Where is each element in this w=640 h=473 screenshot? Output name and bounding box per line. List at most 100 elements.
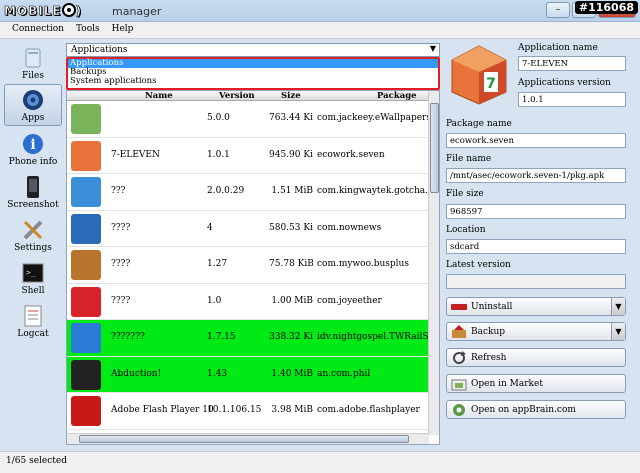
sidebar-item-label: Logcat bbox=[17, 329, 49, 339]
col-package-header[interactable]: Package bbox=[377, 91, 417, 101]
app-version-field[interactable]: 1.0.1 bbox=[518, 92, 626, 107]
app-package-cell: com.adobe.flashplayer bbox=[317, 405, 420, 415]
phone-icon bbox=[22, 176, 44, 198]
sidebar-item-phone-info[interactable]: i Phone info bbox=[4, 127, 62, 169]
table-row[interactable]: Abduction! 1.43 1.40 MiB an.com.phil bbox=[67, 356, 429, 393]
open-in-market-button[interactable]: Open in Market bbox=[446, 374, 626, 393]
backup-button[interactable]: Backup ▼ bbox=[446, 322, 626, 341]
chevron-down-icon[interactable]: ▼ bbox=[611, 323, 625, 340]
app-preview-icon: 7 bbox=[446, 42, 512, 108]
table-row[interactable]: Adobe Flash Player 10.1 10.1.106.15 3.98 M… bbox=[67, 393, 429, 430]
table-header: Name Version Size Package bbox=[67, 91, 429, 101]
app-name-cell: ???? bbox=[111, 259, 131, 269]
chevron-down-icon[interactable]: ▼ bbox=[430, 44, 436, 53]
terminal-icon: >_ bbox=[22, 262, 44, 284]
apps-gear-icon bbox=[22, 89, 44, 111]
apps-table: Name Version Size Package 5.0.0 763.44 Ki… bbox=[66, 90, 440, 445]
app-version-cell: 4 bbox=[207, 222, 213, 233]
vertical-scrollbar[interactable] bbox=[428, 91, 439, 435]
title-bar: MOBILE) manager – □ ✕ #116068 bbox=[0, 0, 640, 22]
app-version-cell: 1.43 bbox=[207, 368, 228, 379]
uninstall-button[interactable]: Uninstall ▼ bbox=[446, 297, 626, 316]
app-filter-select[interactable]: Applications ▼ bbox=[66, 43, 440, 57]
app-name-cell: ???? bbox=[111, 295, 131, 306]
uninstall-label: Uninstall bbox=[471, 301, 513, 312]
open-appbrain-button[interactable]: Open on appBrain.com bbox=[446, 400, 626, 419]
latest-version-field[interactable] bbox=[446, 274, 626, 289]
table-body: 5.0.0 763.44 KiB com.jackeey.eWallpapers.R… bbox=[67, 101, 429, 444]
status-bar: 1/65 selected bbox=[0, 451, 640, 473]
app-icon bbox=[71, 396, 101, 426]
table-row[interactable]: ??????? 1.7.15 338.32 KiB idv.nightgospel.T… bbox=[67, 320, 429, 357]
table-row[interactable]: 7-ELEVEN 1.0.1 945.90 KiB ecowork.seven bbox=[67, 138, 429, 174]
appbrain-icon bbox=[451, 403, 467, 417]
sidebar-item-label: Apps bbox=[21, 113, 45, 123]
location-label: Location bbox=[446, 225, 486, 235]
col-version-header[interactable]: Version bbox=[219, 91, 255, 101]
table-row[interactable]: ???? 1.27 75.78 KiB com.mywoo.busplus bbox=[67, 247, 429, 284]
table-row[interactable]: ???? 1.0 1.00 MiB com.joyeether bbox=[67, 284, 429, 320]
sidebar-item-files[interactable]: Files bbox=[4, 41, 62, 83]
svg-text:i: i bbox=[30, 137, 35, 153]
sidebar-item-settings[interactable]: Settings bbox=[4, 213, 62, 255]
location-field[interactable]: sdcard bbox=[446, 239, 626, 254]
sidebar-item-label: Files bbox=[22, 71, 44, 81]
menu-help[interactable]: Help bbox=[106, 22, 140, 38]
app-version-cell: 1.27 bbox=[207, 259, 228, 269]
col-size-header[interactable]: Size bbox=[281, 91, 301, 101]
chevron-down-icon[interactable]: ▼ bbox=[611, 298, 625, 315]
app-package-cell: com.jackeey.eWallpapers.Ral bbox=[317, 113, 429, 123]
app-size-cell: 1.40 MiB bbox=[271, 368, 313, 379]
filter-option-applications[interactable]: Applications bbox=[68, 59, 438, 68]
sidebar-item-label: Settings bbox=[14, 243, 52, 253]
svg-text:>_: >_ bbox=[26, 268, 36, 277]
app-icon bbox=[71, 359, 101, 390]
app-version-cell: 1.7.15 bbox=[207, 332, 236, 342]
app-size-cell: 1.51 MiB bbox=[271, 186, 313, 196]
menu-connection[interactable]: Connection bbox=[6, 22, 70, 38]
app-name-cell: Adobe Flash Player 10.1 bbox=[111, 405, 215, 415]
app-icon bbox=[71, 177, 101, 207]
app-name-field[interactable]: 7-ELEVEN bbox=[518, 56, 626, 71]
sidebar-item-screenshot[interactable]: Screenshot bbox=[4, 170, 62, 212]
table-row[interactable]: ???? 4 580.53 KiB com.nownews bbox=[67, 211, 429, 247]
sidebar-item-shell[interactable]: >_ Shell bbox=[4, 256, 62, 298]
app-size-cell: 338.32 KiB bbox=[269, 332, 313, 342]
filter-option-system-applications[interactable]: System applications bbox=[68, 77, 438, 86]
table-row[interactable]: 5.0.0 763.44 KiB com.jackeey.eWallpapers.R… bbox=[67, 101, 429, 138]
app-name-cell: ??????? bbox=[111, 332, 145, 342]
app-title: manager bbox=[112, 5, 162, 18]
horizontal-scrollbar[interactable] bbox=[67, 433, 429, 444]
package-label: Package name bbox=[446, 119, 512, 129]
sidebar-item-logcat[interactable]: Logcat bbox=[4, 299, 62, 341]
refresh-button[interactable]: Refresh bbox=[446, 348, 626, 367]
app-version-cell: 5.0.0 bbox=[207, 113, 230, 123]
open-in-market-label: Open in Market bbox=[471, 378, 543, 389]
app-size-cell: 580.53 KiB bbox=[269, 222, 313, 233]
scroll-thumb[interactable] bbox=[79, 435, 409, 443]
package-field[interactable]: ecowork.seven bbox=[446, 133, 626, 148]
app-size-cell: 763.44 KiB bbox=[269, 113, 313, 123]
sidebar-item-apps[interactable]: Apps bbox=[4, 84, 62, 126]
app-icon bbox=[71, 104, 101, 134]
col-name-header[interactable]: Name bbox=[145, 91, 173, 101]
backup-label: Backup bbox=[471, 326, 506, 337]
latest-version-label: Latest version bbox=[446, 260, 511, 270]
minimize-button[interactable]: – bbox=[546, 2, 570, 18]
app-version-label: Applications version bbox=[518, 78, 611, 88]
backup-icon bbox=[451, 324, 467, 339]
app-size-cell: 1.00 MiB bbox=[271, 295, 313, 306]
market-icon bbox=[451, 377, 467, 391]
menu-bar: Connection Tools Help bbox=[0, 22, 640, 39]
file-name-field[interactable]: /mnt/asec/ecowork.seven-1/pkg.apk bbox=[446, 168, 626, 183]
app-logo: MOBILE) bbox=[4, 3, 83, 18]
app-package-cell: com.nownews bbox=[317, 222, 382, 233]
app-name-cell: 7-ELEVEN bbox=[111, 149, 160, 160]
table-row[interactable]: ??? 2.0.0.29 1.51 MiB com.kingwaytek.gotcha… bbox=[67, 174, 429, 211]
app-icon bbox=[71, 286, 101, 317]
scroll-thumb[interactable] bbox=[430, 103, 439, 193]
files-icon bbox=[22, 47, 44, 69]
app-package-cell: com.mywoo.busplus bbox=[317, 259, 409, 269]
menu-tools[interactable]: Tools bbox=[70, 22, 106, 38]
file-size-field[interactable]: 968597 bbox=[446, 204, 626, 219]
